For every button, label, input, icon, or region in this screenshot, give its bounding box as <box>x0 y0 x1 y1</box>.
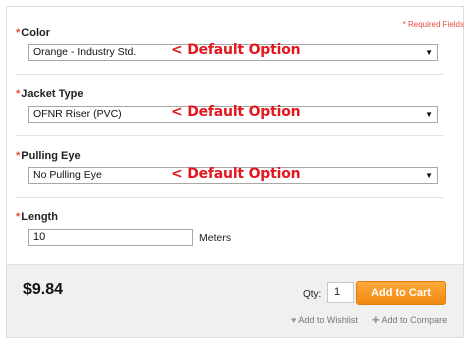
color-label: *Color <box>16 27 51 39</box>
pulling-eye-option-group: *Pulling Eye <box>16 150 446 162</box>
chevron-down-icon: ▼ <box>425 48 433 57</box>
length-option-group: *Length <box>16 211 446 223</box>
chevron-down-icon: ▼ <box>425 171 433 180</box>
plus-icon: ✚ <box>372 315 380 325</box>
price: $9.84 <box>23 281 64 298</box>
heart-icon: ♥ <box>291 315 297 325</box>
qty-label: Qty: <box>303 289 322 300</box>
divider <box>16 197 444 198</box>
add-to-cart-button[interactable]: Add to Cart <box>356 281 446 305</box>
color-option-group: *Color <box>16 27 446 39</box>
add-to-compare-link[interactable]: ✚ Add to Compare <box>372 315 447 326</box>
length-unit-label: Meters <box>199 232 232 244</box>
qty-input[interactable]: 1 <box>327 282 354 303</box>
length-label: *Length <box>16 211 58 223</box>
purchase-footer: $9.84 Qty: 1 Add to Cart ♥ Add to Wishlis… <box>7 264 463 337</box>
jacket-type-label: *Jacket Type <box>16 88 84 100</box>
divider <box>16 74 444 75</box>
jacket-type-default-annotation: < Default Option <box>171 104 301 120</box>
pulling-eye-default-annotation: < Default Option <box>171 166 301 182</box>
add-to-wishlist-link[interactable]: ♥ Add to Wishlist <box>291 315 358 325</box>
chevron-down-icon: ▼ <box>425 110 433 119</box>
length-input[interactable]: 10 <box>28 229 193 246</box>
jacket-type-option-group: *Jacket Type <box>16 88 446 100</box>
divider <box>16 135 444 136</box>
color-default-annotation: < Default Option <box>171 42 301 58</box>
pulling-eye-label: *Pulling Eye <box>16 150 81 162</box>
